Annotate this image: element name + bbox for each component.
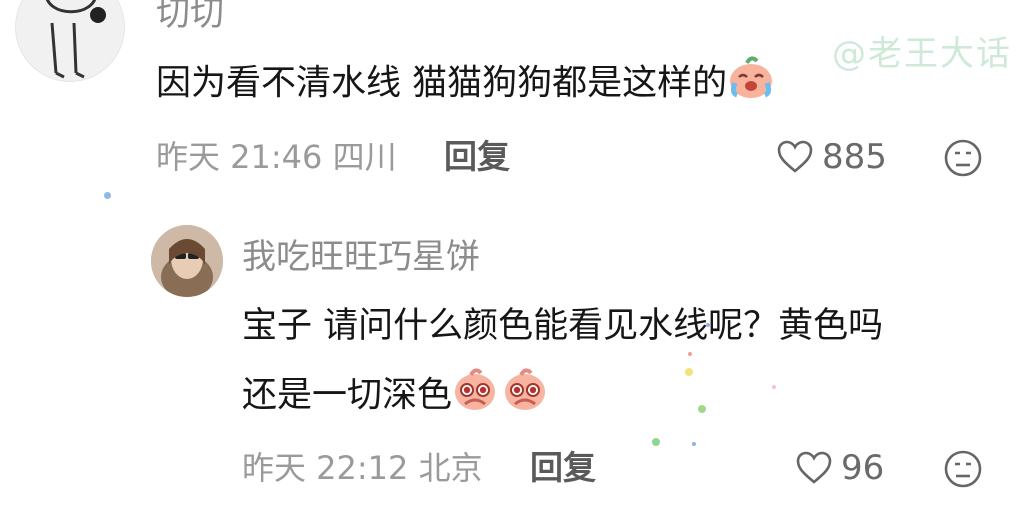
pleading-emoji-icon	[452, 366, 498, 427]
heart-icon	[796, 451, 832, 484]
dislike-button[interactable]	[943, 138, 983, 182]
comment-text: 还是一切深色	[242, 366, 548, 427]
sketch-figure-icon	[45, 0, 106, 79]
meh-face-icon	[944, 450, 982, 488]
sparkle-decoration	[685, 368, 693, 376]
like-count: 885	[822, 137, 887, 177]
dislike-button[interactable]	[943, 449, 983, 493]
watermark-text: @老王大话	[832, 34, 1012, 74]
reply-button[interactable]: 回复	[444, 137, 510, 177]
crying-emoji-icon	[727, 55, 775, 114]
comment-username[interactable]: 切切	[156, 0, 224, 34]
comment-text: 宝子 请问什么颜色能看见水线呢？黄色吗	[242, 300, 883, 352]
like-count: 96	[841, 448, 885, 488]
comment-text-line1: 宝子 请问什么颜色能看见水线呢？黄色吗	[242, 306, 884, 346]
sparkle-decoration	[104, 192, 111, 199]
reply-button[interactable]: 回复	[530, 448, 596, 488]
user-photo-icon	[151, 225, 223, 297]
comment-text-content: 因为看不清水线 猫猫狗狗都是这样的	[156, 63, 728, 104]
comment-text: 因为看不清水线 猫猫狗狗都是这样的	[156, 55, 775, 114]
like-button[interactable]: 885	[776, 137, 887, 177]
avatar[interactable]	[15, 0, 125, 82]
sparkle-decoration	[706, 323, 710, 327]
comment-text-line2: 还是一切深色	[242, 375, 453, 416]
heart-icon	[777, 140, 813, 173]
comment-time-location: 昨天 21:46 四川	[156, 138, 397, 176]
sparkle-decoration	[772, 385, 776, 389]
like-button[interactable]: 96	[795, 448, 884, 488]
sparkle-decoration	[698, 405, 706, 413]
sparkle-decoration	[688, 352, 692, 356]
comment-username[interactable]: 我吃旺旺巧星饼	[242, 237, 480, 277]
comment-time-location: 昨天 22:12 北京	[242, 449, 483, 487]
sparkle-decoration	[652, 438, 660, 446]
pleading-emoji-icon	[502, 366, 548, 427]
meh-face-icon	[944, 139, 982, 177]
avatar[interactable]	[151, 225, 223, 297]
sparkle-decoration	[692, 442, 696, 446]
